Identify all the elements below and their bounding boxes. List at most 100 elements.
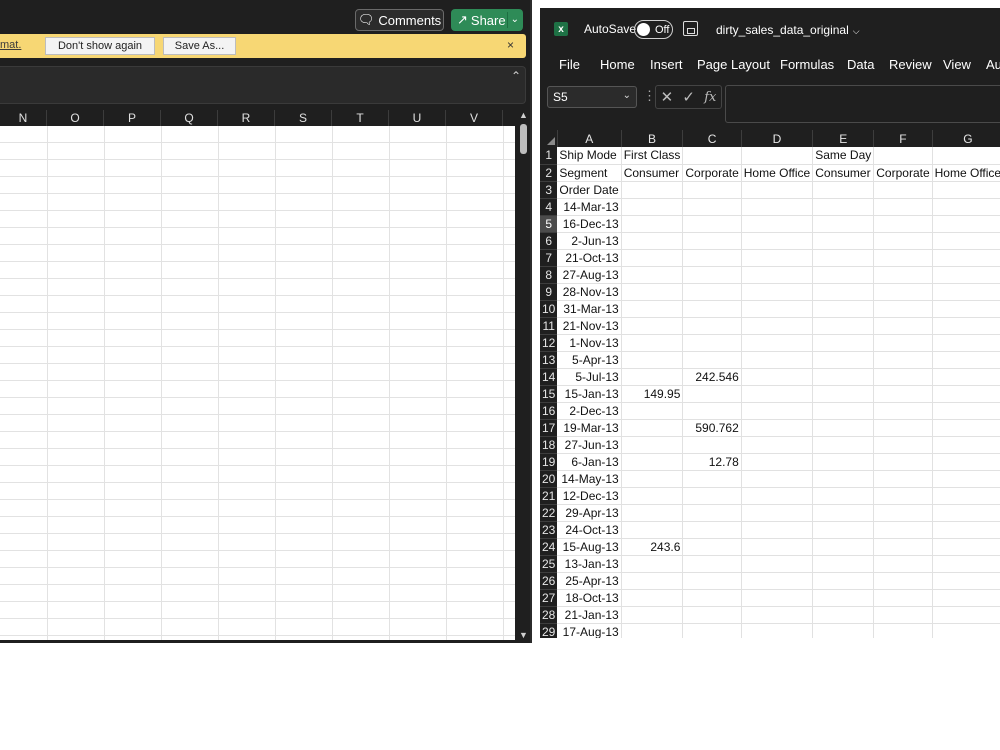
column-header-S[interactable]: S (275, 110, 332, 126)
cell[interactable] (621, 283, 684, 301)
row-header[interactable]: 5 (540, 215, 558, 233)
cell[interactable] (621, 181, 684, 199)
cell[interactable] (682, 385, 742, 403)
cell[interactable]: Consumer (812, 164, 875, 182)
cell[interactable]: Order Date (557, 181, 622, 199)
cell[interactable] (932, 555, 1000, 573)
column-header-G[interactable]: G (932, 130, 1000, 147)
row-header[interactable]: 29 (540, 623, 558, 638)
select-all-corner[interactable] (540, 130, 558, 147)
cell[interactable] (873, 504, 933, 522)
cell[interactable] (682, 198, 742, 216)
info-link[interactable]: mat. (0, 39, 21, 51)
menu-page-layout[interactable]: Page Layout (697, 57, 770, 72)
row-header[interactable]: 24 (540, 538, 558, 556)
menu-home[interactable]: Home (600, 57, 635, 72)
chevron-down-icon[interactable]: ⌄ (506, 12, 519, 28)
share-button[interactable]: ↗ Share ⌄ (451, 9, 523, 31)
cell[interactable] (682, 147, 742, 165)
cell[interactable] (932, 198, 1000, 216)
cell[interactable] (873, 453, 933, 471)
cell[interactable] (932, 334, 1000, 352)
cell[interactable] (682, 249, 742, 267)
column-header-V[interactable]: V (446, 110, 503, 126)
cell[interactable] (873, 300, 933, 318)
vertical-scrollbar[interactable]: ▲ ▼ (518, 110, 530, 642)
cell[interactable] (932, 606, 1000, 624)
cell[interactable] (812, 589, 875, 607)
cell[interactable] (741, 436, 814, 454)
cell[interactable] (932, 538, 1000, 556)
menu-automate[interactable]: Au (986, 57, 1000, 72)
cell[interactable] (932, 266, 1000, 284)
cell[interactable] (812, 606, 875, 624)
cell[interactable] (741, 572, 814, 590)
cell[interactable] (932, 623, 1000, 638)
cell[interactable] (621, 470, 684, 488)
cell[interactable] (873, 283, 933, 301)
cell[interactable] (812, 317, 875, 335)
cell[interactable] (741, 266, 814, 284)
cell[interactable] (873, 215, 933, 233)
cell[interactable] (812, 572, 875, 590)
cell[interactable] (741, 147, 814, 165)
cell[interactable] (932, 419, 1000, 437)
cell[interactable] (682, 351, 742, 369)
cell[interactable] (812, 504, 875, 522)
cell[interactable] (812, 300, 875, 318)
cell[interactable]: 17-Aug-13 (557, 623, 622, 638)
row-header[interactable]: 1 (540, 147, 558, 165)
cell[interactable] (741, 623, 814, 638)
cell[interactable]: 21-Jan-13 (557, 606, 622, 624)
autosave-toggle[interactable]: Off (634, 20, 673, 39)
cell[interactable] (682, 300, 742, 318)
cell[interactable] (812, 198, 875, 216)
cell[interactable]: 6-Jan-13 (557, 453, 622, 471)
cell[interactable] (932, 351, 1000, 369)
cell[interactable]: First Class (621, 147, 684, 165)
row-header[interactable]: 11 (540, 317, 558, 335)
row-header[interactable]: 13 (540, 351, 558, 369)
column-header-B[interactable]: B (621, 130, 684, 147)
row-header[interactable]: 12 (540, 334, 558, 352)
cell[interactable]: 28-Nov-13 (557, 283, 622, 301)
cell[interactable] (932, 385, 1000, 403)
column-header-Q[interactable]: Q (161, 110, 218, 126)
cell[interactable] (741, 504, 814, 522)
cell[interactable] (682, 232, 742, 250)
cell[interactable] (932, 300, 1000, 318)
cell[interactable] (873, 470, 933, 488)
cell[interactable]: 25-Apr-13 (557, 572, 622, 590)
cell[interactable] (682, 589, 742, 607)
chevron-up-icon[interactable]: ⌃ (511, 69, 521, 83)
cell[interactable] (682, 555, 742, 573)
column-header-C[interactable]: C (682, 130, 742, 147)
cell[interactable] (621, 572, 684, 590)
row-header[interactable]: 26 (540, 572, 558, 590)
cell[interactable]: Segment (557, 164, 622, 182)
cell[interactable]: 243.6 (621, 538, 684, 556)
cell[interactable] (741, 334, 814, 352)
cell[interactable] (621, 368, 684, 386)
cell[interactable] (812, 385, 875, 403)
cell[interactable]: Ship Mode (557, 147, 622, 165)
cell[interactable] (873, 147, 933, 165)
cell[interactable] (932, 521, 1000, 539)
comments-button[interactable]: 🗨 Comments (355, 9, 444, 31)
cell[interactable] (932, 504, 1000, 522)
cell[interactable]: 13-Jan-13 (557, 555, 622, 573)
cell[interactable] (932, 283, 1000, 301)
cell[interactable] (812, 283, 875, 301)
cell[interactable] (812, 266, 875, 284)
cell[interactable]: 19-Mar-13 (557, 419, 622, 437)
cell[interactable]: 31-Mar-13 (557, 300, 622, 318)
cell[interactable]: 149.95 (621, 385, 684, 403)
cell[interactable] (621, 266, 684, 284)
cell[interactable] (932, 453, 1000, 471)
cell[interactable] (812, 181, 875, 199)
row-header[interactable]: 17 (540, 419, 558, 437)
row-header[interactable]: 28 (540, 606, 558, 624)
menu-file[interactable]: File (559, 57, 580, 72)
cell[interactable]: 590.762 (682, 419, 742, 437)
chevron-down-icon[interactable]: ⌄ (623, 90, 631, 101)
